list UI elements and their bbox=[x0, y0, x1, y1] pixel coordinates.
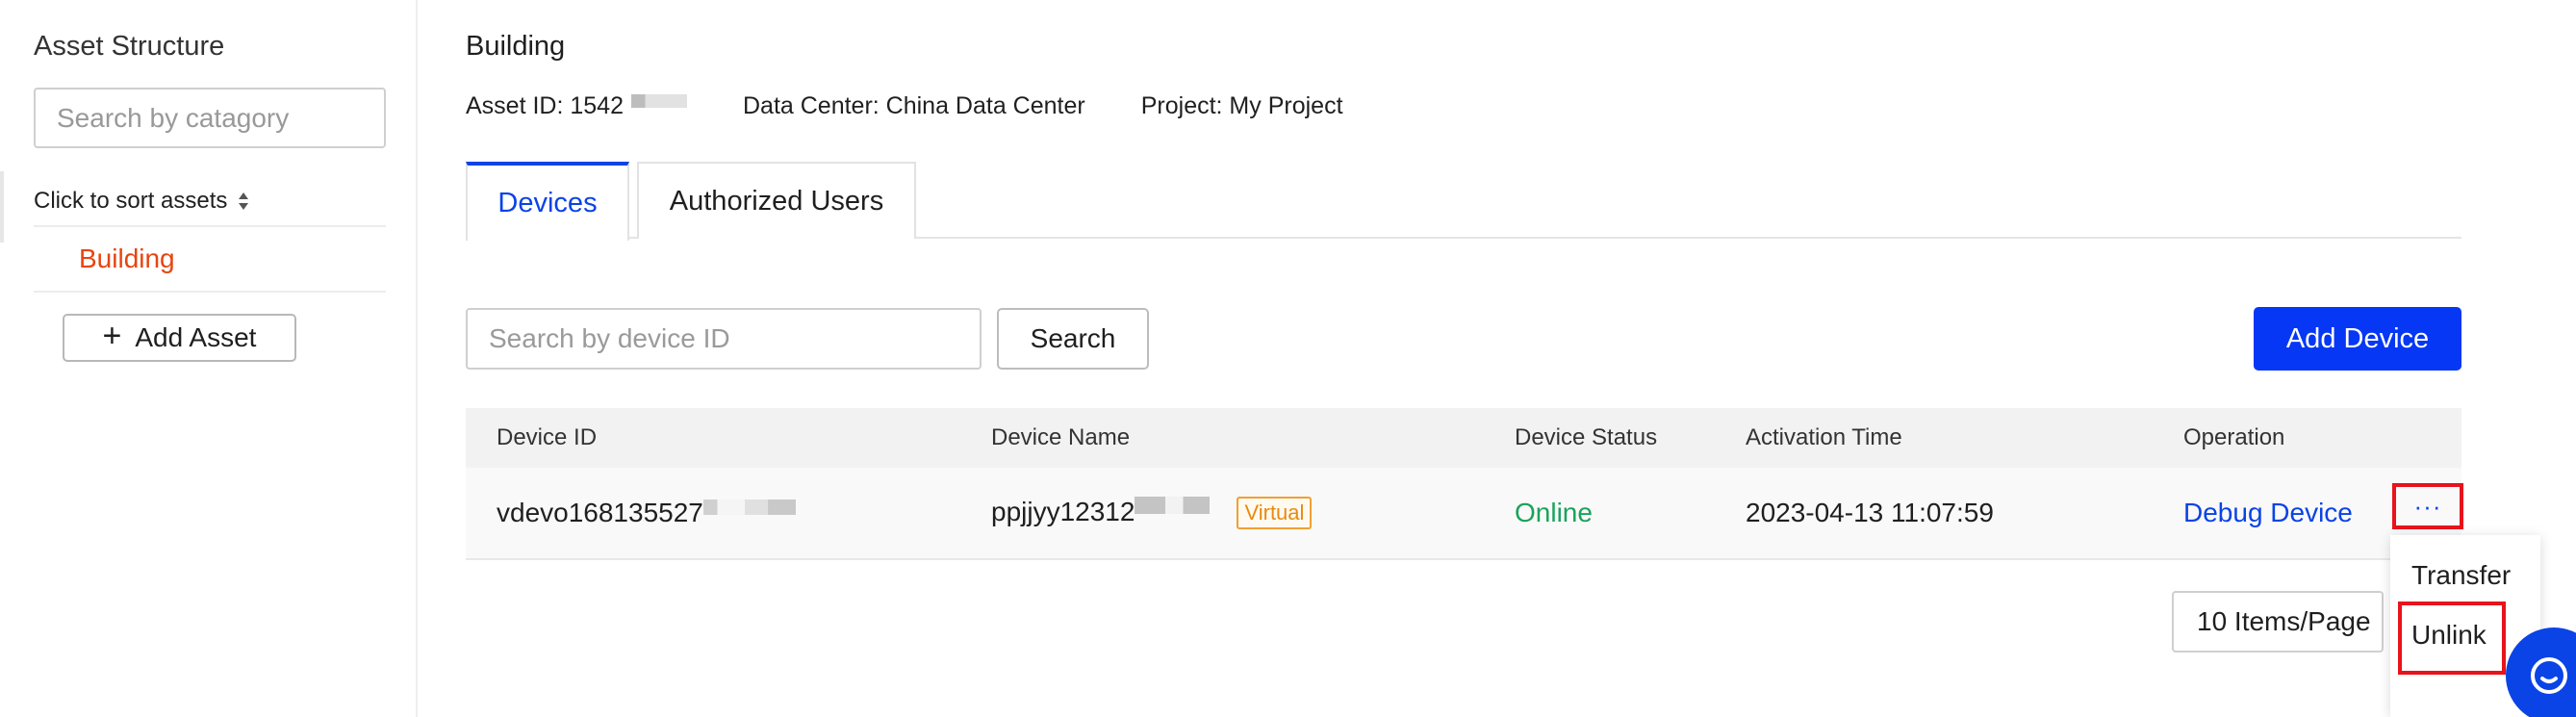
page-title: Building bbox=[466, 31, 566, 62]
device-status: Online bbox=[1515, 498, 1593, 527]
menu-item-unlink[interactable]: Unlink bbox=[2411, 620, 2487, 651]
sort-assets-label: Click to sort assets bbox=[34, 188, 228, 214]
column-header[interactable]: Device ID bbox=[497, 424, 597, 451]
sidebar-divider bbox=[0, 171, 4, 243]
asset-meta: Asset ID: 1542 Data Center: China Data C… bbox=[466, 92, 1399, 120]
tab-bar: Devices Authorized Users bbox=[466, 162, 2461, 241]
chat-bubble-icon bbox=[2531, 657, 2567, 694]
devices-table: Device ID Device Name Device Status Acti… bbox=[466, 408, 2463, 560]
device-id: vdevo168135527 bbox=[497, 498, 703, 527]
sort-updown-icon bbox=[237, 191, 250, 212]
tab-devices[interactable]: Devices bbox=[466, 162, 629, 241]
menu-item-transfer[interactable]: Transfer bbox=[2411, 560, 2511, 591]
asset-id-text: Asset ID: 1542 bbox=[466, 92, 624, 119]
debug-device-link[interactable]: Debug Device bbox=[2183, 498, 2353, 528]
redacted-block bbox=[630, 93, 687, 108]
device-search-input[interactable]: Search by device ID bbox=[466, 308, 982, 370]
column-header[interactable]: Operation bbox=[2183, 424, 2284, 451]
redacted-block bbox=[1135, 497, 1224, 515]
sidebar: Asset Structure Search by catagory Click… bbox=[0, 0, 418, 717]
table-header: Device ID Device Name Device Status Acti… bbox=[466, 408, 2461, 468]
device-name-cell: ppjjyy12312 Virtual bbox=[991, 496, 1313, 530]
column-header[interactable]: Activation Time bbox=[1746, 424, 1902, 451]
tree-item-building[interactable]: Building bbox=[34, 227, 386, 293]
virtual-tag: Virtual bbox=[1237, 497, 1313, 530]
category-search-input[interactable]: Search by catagory bbox=[34, 88, 386, 148]
main-content: Building Asset ID: 1542 Data Center: Chi… bbox=[420, 0, 2576, 717]
asset-id: Asset ID: 1542 bbox=[466, 92, 687, 120]
tab-authorized-users[interactable]: Authorized Users bbox=[637, 162, 916, 239]
data-center: Data Center: China Data Center bbox=[742, 92, 1085, 119]
column-header[interactable]: Device Status bbox=[1515, 424, 1657, 451]
page-size-select[interactable]: 10 Items/Page bbox=[2172, 591, 2384, 653]
add-asset-button[interactable]: + Add Asset bbox=[63, 314, 296, 362]
add-asset-label: Add Asset bbox=[135, 322, 257, 352]
activation-time: 2023-04-13 11:07:59 bbox=[1746, 498, 1994, 527]
search-button[interactable]: Search bbox=[997, 308, 1149, 370]
device-id-cell: vdevo168135527 bbox=[497, 498, 796, 528]
plus-icon: + bbox=[102, 318, 122, 354]
table-row: vdevo168135527 ppjjyy12312 Virtual Online… bbox=[466, 468, 2461, 560]
add-device-button[interactable]: Add Device bbox=[2254, 307, 2461, 371]
column-header[interactable]: Device Name bbox=[991, 424, 1130, 451]
project: Project: My Project bbox=[1140, 92, 1343, 119]
redacted-block bbox=[702, 499, 796, 515]
device-name: ppjjyy12312 bbox=[991, 496, 1135, 526]
sidebar-title: Asset Structure bbox=[34, 31, 225, 62]
more-options-button[interactable]: ··· bbox=[2392, 483, 2463, 529]
sort-assets-toggle[interactable]: Click to sort assets bbox=[34, 177, 386, 227]
